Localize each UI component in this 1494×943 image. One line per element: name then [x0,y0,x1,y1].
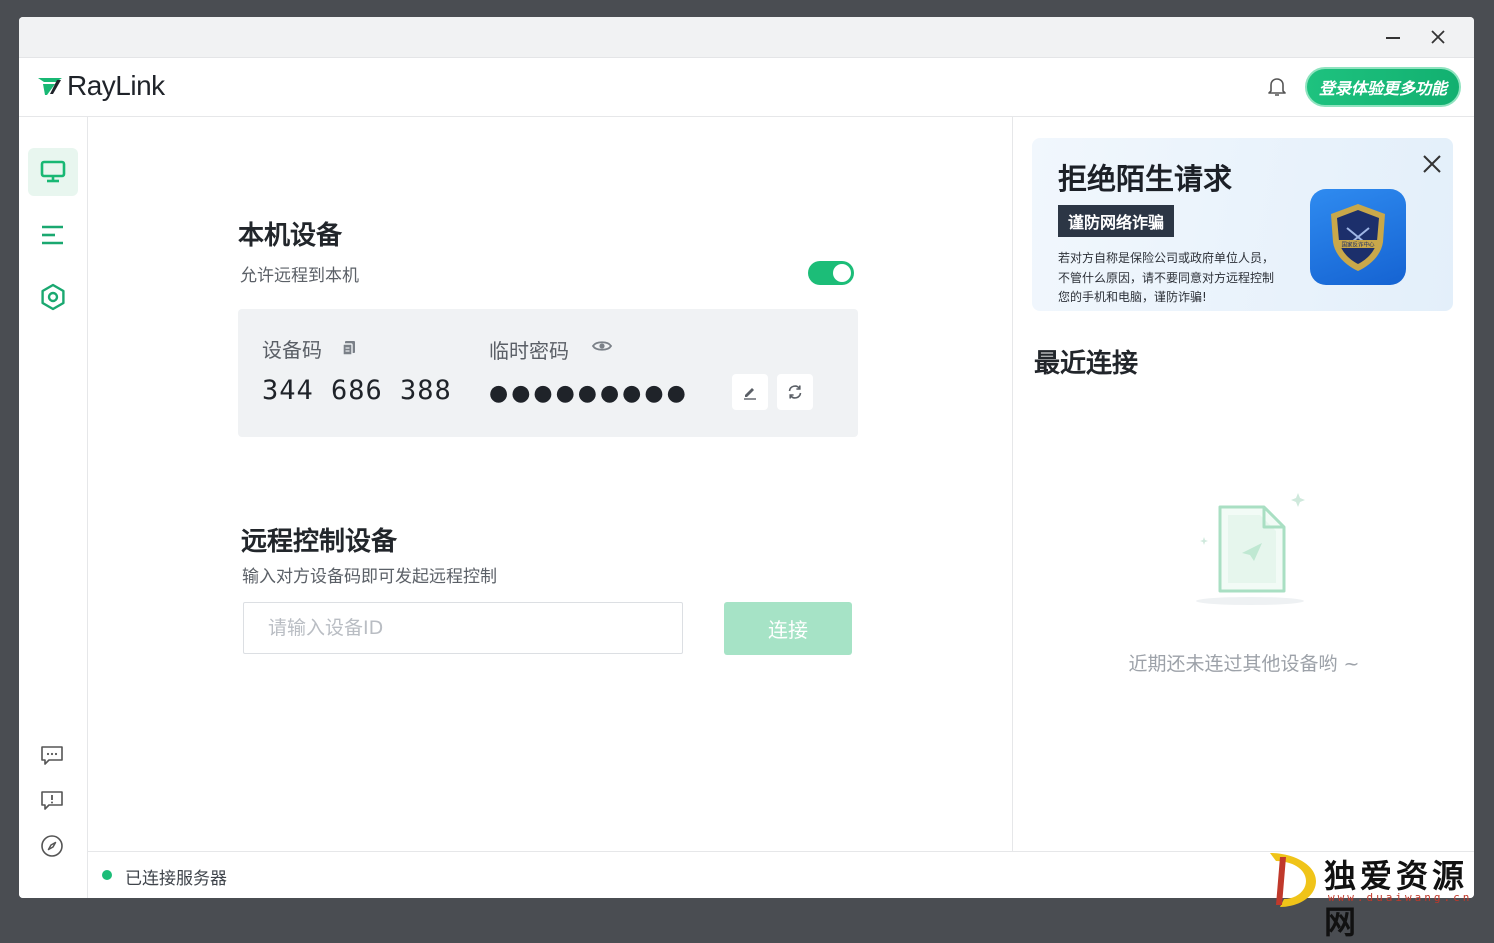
feedback-icon [41,791,63,810]
raylink-logo: RayLink [37,70,165,102]
banner-tag: 谨防网络诈骗 [1058,205,1175,237]
close-banner-button[interactable] [1420,152,1444,176]
remote-control-subtitle: 输入对方设备码即可发起远程控制 [242,567,497,587]
recent-connections-title: 最近连接 [1034,349,1139,379]
banner-title: 拒绝陌生请求 [1058,162,1233,196]
sidebar [19,117,88,898]
close-icon [1431,30,1445,44]
sidebar-item-settings[interactable] [28,273,78,321]
allow-remote-toggle[interactable] [808,261,854,285]
edit-icon [744,388,756,400]
copy-icon[interactable] [342,340,356,356]
temp-password-label: 临时密码 [489,339,569,363]
banner-text: 若对方自称是保险公司或政府单位人员，不管什么原因，请不要同意对方远程控制您的手机… [1058,251,1275,304]
status-text: 已连接服务器 [125,869,227,889]
sidebar-item-list[interactable] [28,211,78,259]
app-header: RayLink 登录体验更多功能 [19,58,1474,117]
anti-fraud-shield-icon: 国家反诈中心 [1310,189,1406,285]
banner-close-icon[interactable] [1405,39,1431,65]
device-id-input[interactable] [243,602,683,654]
compass-button[interactable] [37,831,67,861]
feedback-button[interactable] [37,786,67,816]
eye-icon[interactable] [592,339,612,353]
shield-icon: 国家反诈中心 [1331,204,1385,271]
raylink-logo-icon [38,78,62,95]
edit-password-button[interactable] [732,374,768,410]
remote-control-title: 远程控制设备 [241,527,398,557]
refresh-password-button[interactable] [777,374,813,410]
minimize-icon [1386,37,1400,39]
local-device-title: 本机设备 [238,221,343,251]
login-button[interactable]: 登录体验更多功能 [1305,67,1461,107]
monitor-icon [40,160,66,183]
title-bar [19,17,1474,58]
sidebar-item-devices[interactable] [28,148,78,196]
settings-icon [41,283,65,311]
refresh-icon [788,385,802,399]
right-panel: 拒绝陌生请求 谨防网络诈骗 若对方自称是保险公司或政府单位人员，不管什么原因，请… [1014,117,1474,851]
list-icon [42,225,63,245]
bell-icon[interactable] [1265,74,1289,98]
watermark-url: www.duaiwang.cn [1328,891,1473,904]
chat-button[interactable] [37,741,67,771]
status-indicator [102,870,112,880]
device-code-label: 设备码 [262,338,322,362]
compass-icon [41,835,63,857]
brand-name: RayLink [67,70,165,101]
anti-fraud-banner[interactable]: 拒绝陌生请求 谨防网络诈骗 若对方自称是保险公司或政府单位人员，不管什么原因，请… [1032,138,1453,311]
app-window: RayLink 登录体验更多功能 本机设备 允许远程到本机 设备码 344 68… [19,17,1474,898]
device-code-value: 344 686 388 [262,375,452,406]
temp-password-value: ●●●●●●●●● [489,381,689,406]
allow-remote-label: 允许远程到本机 [240,266,359,286]
watermark-logo-icon [1270,853,1316,907]
connect-button[interactable]: 连接 [724,602,852,655]
device-info-card: 设备码 344 686 388 临时密码 ●●●●●●●●● [238,309,858,437]
main-panel: 本机设备 允许远程到本机 设备码 344 686 388 临时密码 ●●●●●●… [88,117,1013,851]
empty-state-text: 近期还未连过其他设备哟 ~ [1128,653,1360,675]
chat-icon [41,746,63,765]
empty-state-illustration [1196,493,1305,605]
badge-text: 国家反诈中心 [1341,241,1375,249]
watermark: 独爱资源网 www.duaiwang.cn [1262,845,1494,941]
